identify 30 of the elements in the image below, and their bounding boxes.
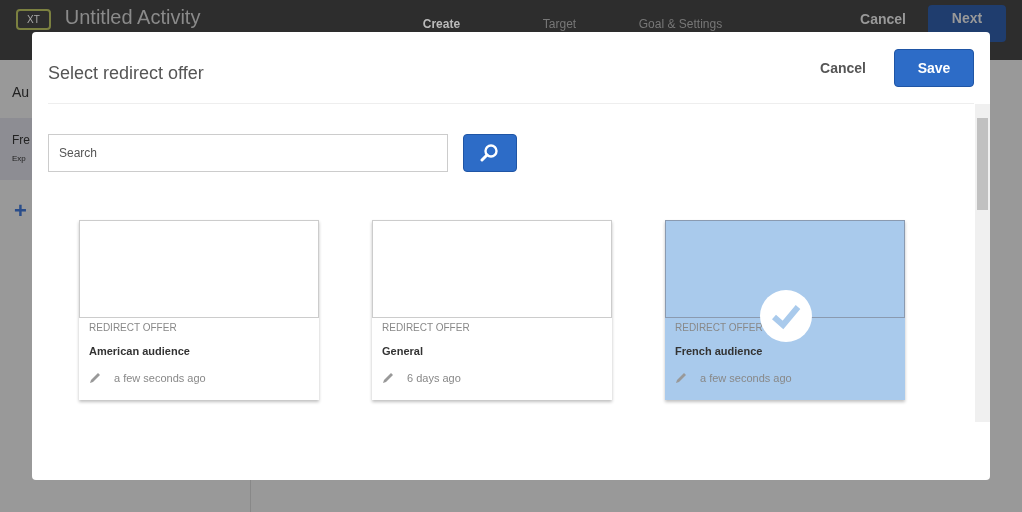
- offer-card[interactable]: REDIRECT OFFER French audience a few seconds ago: [665, 220, 905, 400]
- pencil-icon: [675, 371, 688, 384]
- modified-time: a few seconds ago: [700, 371, 792, 384]
- modified-time: a few seconds ago: [114, 371, 206, 384]
- offer-card[interactable]: REDIRECT OFFER General 6 days ago: [372, 220, 612, 400]
- cancel-link[interactable]: Cancel: [860, 11, 906, 27]
- pencil-icon: [89, 371, 102, 384]
- offer-name: American audience: [89, 345, 191, 357]
- step-tab[interactable]: Create: [422, 17, 543, 31]
- offer-card[interactable]: REDIRECT OFFER American audience a few seconds ago: [79, 220, 319, 400]
- pencil-icon: [382, 371, 395, 384]
- cancel-button[interactable]: Cancel: [814, 58, 872, 77]
- offer-name: French audience: [675, 345, 764, 357]
- checkmark-icon: [760, 290, 812, 342]
- product-badge: XT: [16, 9, 51, 30]
- search-icon: [480, 143, 500, 163]
- search-button[interactable]: [463, 134, 517, 172]
- activity-title: Untitled Activity: [64, 6, 201, 28]
- sidebar-heading: Au: [12, 84, 30, 100]
- offer-name: General: [382, 345, 424, 357]
- save-button[interactable]: Save: [894, 48, 974, 87]
- modified-time: 6 days ago: [407, 371, 461, 384]
- offer-type: REDIRECT OFFER: [89, 322, 178, 333]
- dialog-title: Select redirect offer: [48, 62, 204, 84]
- offer-type: REDIRECT OFFER: [675, 322, 764, 333]
- search-field[interactable]: Search: [48, 134, 448, 172]
- offer-type: REDIRECT OFFER: [382, 322, 471, 333]
- item-title: Fre: [12, 133, 30, 147]
- scrollbar[interactable]: [975, 104, 990, 422]
- item-subtitle: Exp: [12, 154, 26, 163]
